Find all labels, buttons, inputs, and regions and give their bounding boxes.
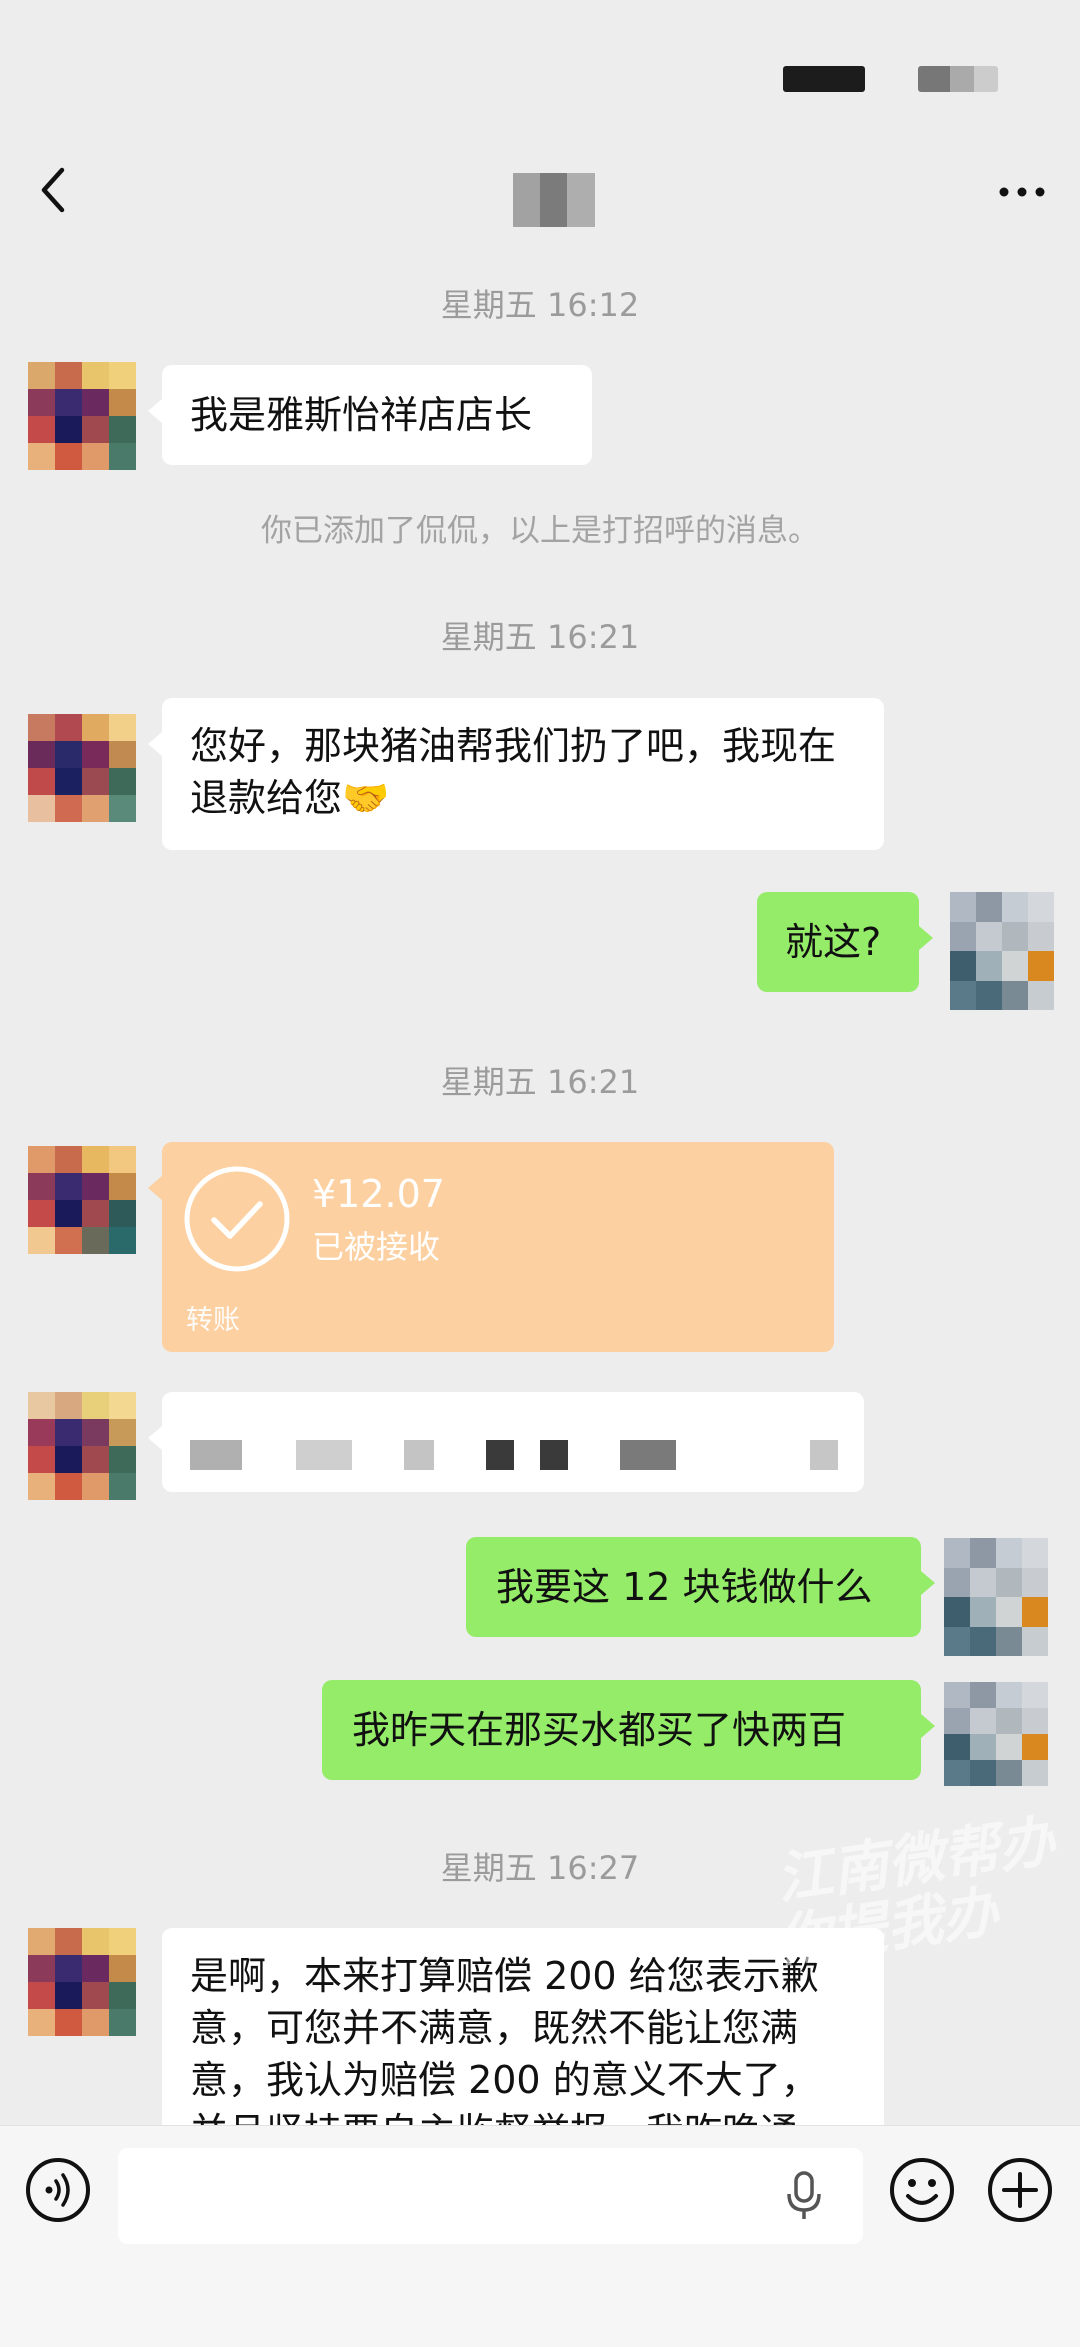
contact-avatar[interactable]: [28, 1392, 136, 1500]
timestamp: 星期五 16:12: [440, 286, 640, 324]
voice-icon: [26, 2158, 90, 2222]
blurred-text: [486, 1440, 514, 1470]
status-signal-block: [783, 66, 865, 92]
outgoing-message[interactable]: 我昨天在那买水都买了快两百: [322, 1680, 935, 1780]
voice-button[interactable]: [24, 2156, 92, 2224]
check-circle-icon: [184, 1166, 290, 1272]
emoji-icon: [890, 2158, 954, 2222]
watermark: 江南微帮办 你提我办: [771, 1809, 1068, 1975]
system-message: 你已添加了侃侃，以上是打招呼的消息。: [261, 513, 819, 549]
status-battery-block: [918, 66, 998, 92]
incoming-message[interactable]: 您好，那块猪油帮我们扔了吧，我现在退款给您🤝: [148, 698, 884, 850]
timestamp: 星期五 16:21: [440, 618, 640, 656]
transfer-label: 转账: [186, 1305, 240, 1336]
my-avatar[interactable]: [950, 892, 1054, 1010]
blurred-text: [620, 1440, 676, 1470]
back-button[interactable]: [30, 160, 80, 220]
blurred-text: [296, 1440, 352, 1470]
blurred-text: [810, 1440, 838, 1470]
emoji-button[interactable]: [888, 2156, 956, 2224]
transfer-amount: ¥12.07: [312, 1172, 445, 1216]
contact-avatar[interactable]: [28, 1928, 136, 2036]
transfer-card[interactable]: ¥12.07 已被接收 转账: [148, 1142, 834, 1352]
my-avatar[interactable]: [944, 1538, 1048, 1656]
my-avatar[interactable]: [944, 1682, 1048, 1786]
mic-icon: [787, 2171, 821, 2219]
transfer-status: 已被接收: [312, 1228, 441, 1266]
contact-name-blurred[interactable]: [513, 173, 595, 227]
blurred-text: [540, 1440, 568, 1470]
blurred-text: [190, 1440, 242, 1470]
more-button[interactable]: [992, 172, 1052, 212]
outgoing-message[interactable]: 我要这 12 块钱做什么: [466, 1537, 935, 1637]
message-input[interactable]: [118, 2148, 863, 2244]
contact-avatar[interactable]: [28, 362, 136, 470]
incoming-message[interactable]: 我是雅斯怡祥店店长: [148, 365, 592, 465]
add-icon: [988, 2158, 1052, 2222]
chevron-left-icon: [41, 167, 65, 213]
input-bar: [0, 2125, 1080, 2347]
outgoing-message[interactable]: 就这?: [757, 892, 933, 992]
contact-avatar[interactable]: [28, 714, 136, 822]
timestamp: 星期五 16:21: [440, 1063, 640, 1101]
blurred-text: [404, 1440, 434, 1470]
contact-avatar[interactable]: [28, 1146, 136, 1254]
more-icon: [999, 187, 1045, 197]
mic-button[interactable]: [782, 2170, 826, 2222]
add-button[interactable]: [986, 2156, 1054, 2224]
